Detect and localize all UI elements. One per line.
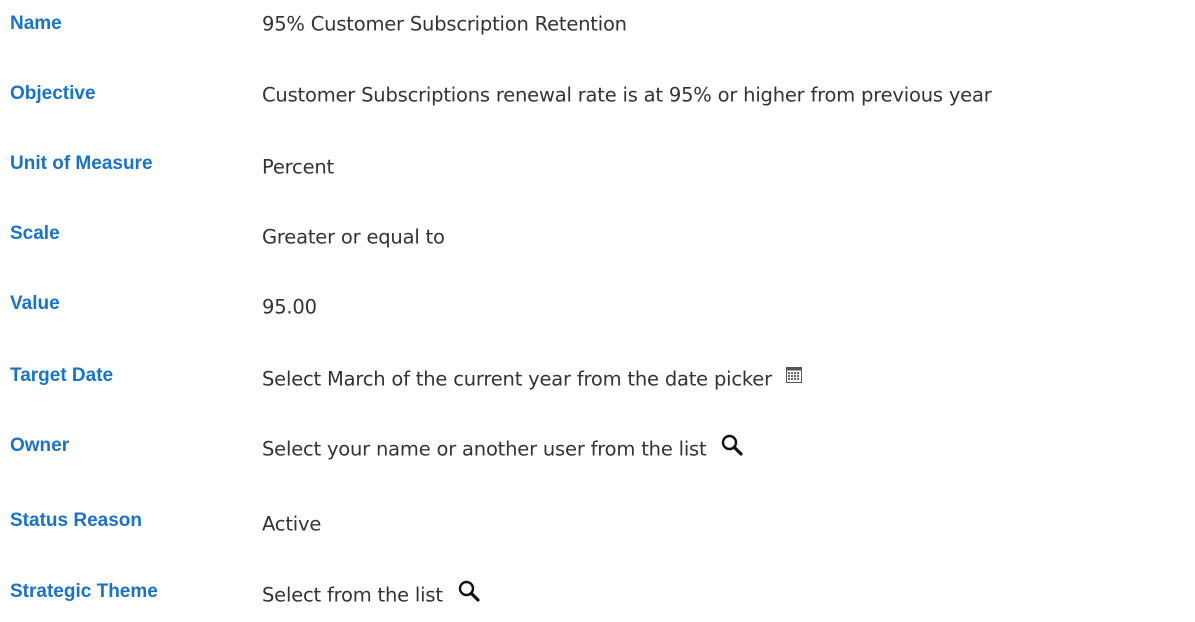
field-label: Value — [10, 293, 60, 314]
field-value: Percent — [262, 155, 334, 180]
field-label: Strategic Theme — [10, 581, 158, 602]
field-value: Active — [262, 512, 321, 537]
field-row-owner: Owner Select your name or another user f… — [0, 432, 1195, 472]
field-value: Select from the list — [262, 580, 481, 608]
field-value-text: 95% Customer Subscription Retention — [262, 12, 627, 36]
field-value-text: 95.00 — [262, 295, 317, 319]
field-value: 95.00 — [262, 295, 317, 320]
field-list: Name 95% Customer Subscription Retention… — [0, 0, 1195, 622]
field-row-strategic-theme: Strategic Theme Select from the list — [0, 578, 1195, 618]
field-value-text: Greater or equal to — [262, 225, 445, 249]
field-value-text: Select your name or another user from th… — [262, 437, 707, 461]
field-row-status-reason: Status Reason Active — [0, 507, 1195, 547]
field-label: Status Reason — [10, 510, 142, 531]
search-icon[interactable] — [720, 433, 744, 457]
field-label: Scale — [10, 223, 60, 244]
field-row-target-date: Target Date Select March of the current … — [0, 362, 1195, 402]
field-label: Objective — [10, 83, 96, 104]
field-value-text: Select from the list — [262, 583, 443, 607]
search-icon[interactable] — [457, 579, 481, 603]
field-row-objective: Objective Customer Subscriptions renewal… — [0, 80, 1195, 120]
field-label: Owner — [10, 435, 70, 456]
field-value: Select March of the current year from th… — [262, 366, 802, 392]
field-label: Target Date — [10, 365, 114, 386]
field-value: Customer Subscriptions renewal rate is a… — [262, 83, 992, 108]
field-label: Name — [10, 13, 62, 34]
field-value: Greater or equal to — [262, 225, 445, 250]
field-row-scale: Scale Greater or equal to — [0, 220, 1195, 260]
field-row-name: Name 95% Customer Subscription Retention — [0, 10, 1195, 50]
field-label: Unit of Measure — [10, 153, 153, 174]
calendar-icon[interactable] — [785, 366, 802, 383]
field-row-unit-of-measure: Unit of Measure Percent — [0, 150, 1195, 190]
field-value: 95% Customer Subscription Retention — [262, 12, 627, 37]
field-value-text: Customer Subscriptions renewal rate is a… — [262, 83, 992, 107]
field-value: Select your name or another user from th… — [262, 434, 744, 462]
field-value-text: Percent — [262, 155, 334, 179]
field-value-text: Active — [262, 512, 322, 536]
field-value-text: Select March of the current year from th… — [262, 367, 772, 391]
field-row-value: Value 95.00 — [0, 290, 1195, 330]
